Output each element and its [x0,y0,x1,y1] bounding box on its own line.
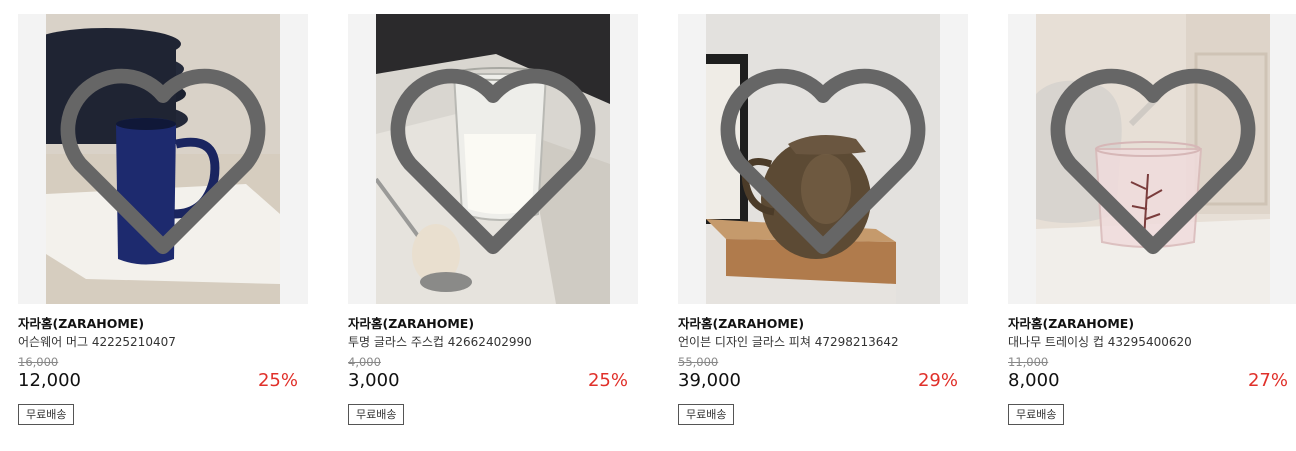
free-shipping-badge: 무료배송 [678,404,735,425]
wishlist-heart-icon[interactable] [706,14,940,304]
product-image[interactable] [348,14,638,304]
product-name[interactable]: 대나무 트레이싱 컵 43295400620 [1008,333,1192,350]
free-shipping-badge: 무료배송 [1008,404,1065,425]
discount-rate: 25% [257,370,298,391]
wishlist-heart-icon[interactable] [1036,14,1270,304]
free-shipping-badge: 무료배송 [348,404,405,425]
product-name[interactable]: 어슨웨어 머그 42225210407 [18,333,176,350]
discount-rate: 27% [1247,370,1288,391]
wishlist-heart-icon[interactable] [46,14,280,304]
original-price: 4,000 [348,355,381,369]
product-card[interactable]: 자라홈(ZARAHOME) 어슨웨어 머그 42225210407 16,000… [18,14,308,434]
product-image[interactable] [18,14,308,304]
original-price: 11,000 [1008,355,1049,369]
product-card[interactable]: 자라홈(ZARAHOME) 언이븐 디자인 글라스 피쳐 47298213642… [678,14,968,434]
sale-price: 8,000 [1008,370,1060,391]
product-name[interactable]: 언이븐 디자인 글라스 피쳐 47298213642 [678,333,899,350]
sale-price: 12,000 [18,370,81,391]
product-brand[interactable]: 자라홈(ZARAHOME) [18,313,144,332]
product-image[interactable] [678,14,968,304]
sale-price: 39,000 [678,370,741,391]
product-card[interactable]: 자라홈(ZARAHOME) 투명 글라스 주스컵 42662402990 4,0… [348,14,638,434]
original-price: 16,000 [18,355,59,369]
original-price: 55,000 [678,355,719,369]
product-brand[interactable]: 자라홈(ZARAHOME) [348,313,474,332]
product-card[interactable]: 자라홈(ZARAHOME) 대나무 트레이싱 컵 43295400620 11,… [1008,14,1296,434]
free-shipping-badge: 무료배송 [18,404,75,425]
wishlist-heart-icon[interactable] [376,14,610,304]
product-grid: 자라홈(ZARAHOME) 어슨웨어 머그 42225210407 16,000… [0,0,1296,451]
discount-rate: 29% [917,370,958,391]
discount-rate: 25% [587,370,628,391]
product-name[interactable]: 투명 글라스 주스컵 42662402990 [348,333,532,350]
sale-price: 3,000 [348,370,400,391]
product-image[interactable] [1008,14,1296,304]
product-brand[interactable]: 자라홈(ZARAHOME) [1008,313,1134,332]
product-brand[interactable]: 자라홈(ZARAHOME) [678,313,804,332]
